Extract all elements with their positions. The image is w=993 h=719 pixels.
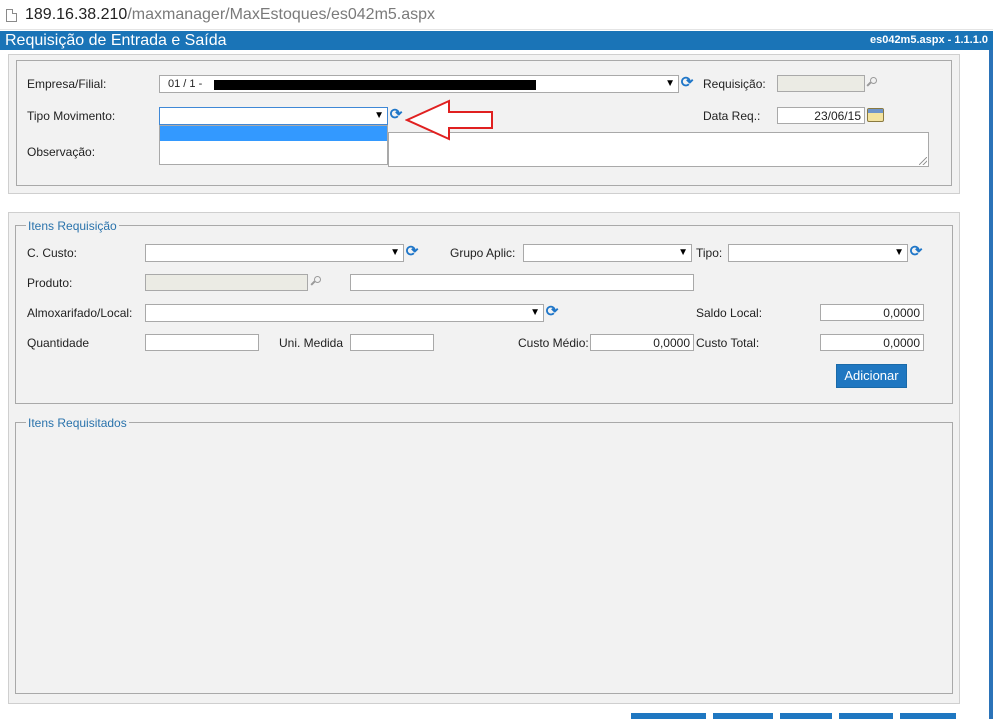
version-label: es042m5.aspx - 1.1.1.0 <box>869 34 988 46</box>
saldo-local-input[interactable]: 0,0000 <box>820 304 924 321</box>
requisicao-label: Requisição: <box>703 77 766 91</box>
footer-button-4[interactable] <box>839 713 893 719</box>
page-icon <box>6 9 17 22</box>
requisicao-input[interactable] <box>777 75 865 92</box>
window-edge <box>989 50 993 719</box>
search-icon[interactable] <box>311 276 323 288</box>
page-title: Requisição de Entrada e Saída <box>5 32 227 49</box>
tipo-label: Tipo: <box>696 246 723 260</box>
saldo-local-label: Saldo Local: <box>696 306 763 320</box>
tipo-movimento-select[interactable]: ▼ <box>159 107 388 125</box>
chevron-down-icon: ▼ <box>665 78 675 89</box>
tipo-select[interactable]: ▼ <box>728 244 908 262</box>
redacted-bar <box>214 80 536 90</box>
url-text[interactable]: 189.16.38.210/maxmanager/MaxEstoques/es0… <box>25 5 435 25</box>
produto-label: Produto: <box>27 276 73 290</box>
empresa-label: Empresa/Filial: <box>27 77 107 91</box>
dropdown-option-empty[interactable] <box>160 126 387 141</box>
empresa-select-value: 01 / 1 - <box>168 78 203 90</box>
almoxarifado-label: Almoxarifado/Local: <box>27 306 133 320</box>
arrow-annotation <box>405 99 493 141</box>
footer-button-2[interactable] <box>713 713 773 719</box>
adicionar-button[interactable]: Adicionar <box>836 364 907 388</box>
empresa-select[interactable]: 01 / 1 - ▼ <box>159 75 679 93</box>
title-bar: Requisição de Entrada e Saída es042m5.as… <box>0 31 993 50</box>
custo-medio-label: Custo Médio: <box>518 336 589 350</box>
resize-handle[interactable] <box>919 157 927 165</box>
grupo-aplic-select[interactable]: ▼ <box>523 244 692 262</box>
refresh-icon[interactable]: ⟳ <box>909 244 923 260</box>
footer-button-3[interactable] <box>780 713 832 719</box>
calendar-icon[interactable] <box>867 108 884 122</box>
refresh-icon[interactable]: ⟳ <box>545 304 559 320</box>
custo-medio-input[interactable]: 0,0000 <box>590 334 694 351</box>
observacao-label: Observação: <box>27 145 96 159</box>
tipo-movimento-dropdown[interactable] <box>159 125 388 165</box>
uni-medida-label: Uni. Medida <box>279 336 344 350</box>
quantidade-label: Quantidade <box>27 336 90 350</box>
chevron-down-icon: ▼ <box>390 247 400 258</box>
produto-code-input[interactable] <box>145 274 308 291</box>
data-req-label: Data Req.: <box>703 109 761 123</box>
chevron-down-icon: ▼ <box>678 247 688 258</box>
chevron-down-icon: ▼ <box>530 307 540 318</box>
custo-total-label: Custo Total: <box>696 336 760 350</box>
data-req-input[interactable]: 23/06/15 <box>777 107 865 124</box>
chevron-down-icon: ▼ <box>374 110 384 121</box>
tipo-movimento-label: Tipo Movimento: <box>27 109 116 123</box>
itens-requisicao-legend: Itens Requisição <box>26 219 119 233</box>
calendar-icon-header <box>868 109 883 113</box>
browser-address-bar[interactable]: 189.16.38.210/maxmanager/MaxEstoques/es0… <box>0 0 993 30</box>
ccusto-select[interactable]: ▼ <box>145 244 404 262</box>
search-icon[interactable] <box>867 77 879 89</box>
almoxarifado-select[interactable]: ▼ <box>145 304 544 322</box>
itens-requisitados-legend: Itens Requisitados <box>26 416 129 430</box>
refresh-icon[interactable]: ⟳ <box>680 75 694 91</box>
itens-requisitados-fieldset <box>15 422 953 694</box>
uni-medida-input[interactable] <box>350 334 434 351</box>
footer-button-5[interactable] <box>900 713 956 719</box>
ccusto-label: C. Custo: <box>27 246 78 260</box>
refresh-icon[interactable]: ⟳ <box>405 244 419 260</box>
grupo-aplic-label: Grupo Aplic: <box>450 246 516 260</box>
url-path: /maxmanager/MaxEstoques/es042m5.aspx <box>127 6 436 23</box>
custo-total-input[interactable]: 0,0000 <box>820 334 924 351</box>
produto-description-input[interactable] <box>350 274 694 291</box>
footer-button-1[interactable] <box>631 713 706 719</box>
quantidade-input[interactable] <box>145 334 259 351</box>
refresh-icon[interactable]: ⟳ <box>389 107 403 123</box>
url-host: 189.16.38.210 <box>25 6 128 23</box>
chevron-down-icon: ▼ <box>894 247 904 258</box>
